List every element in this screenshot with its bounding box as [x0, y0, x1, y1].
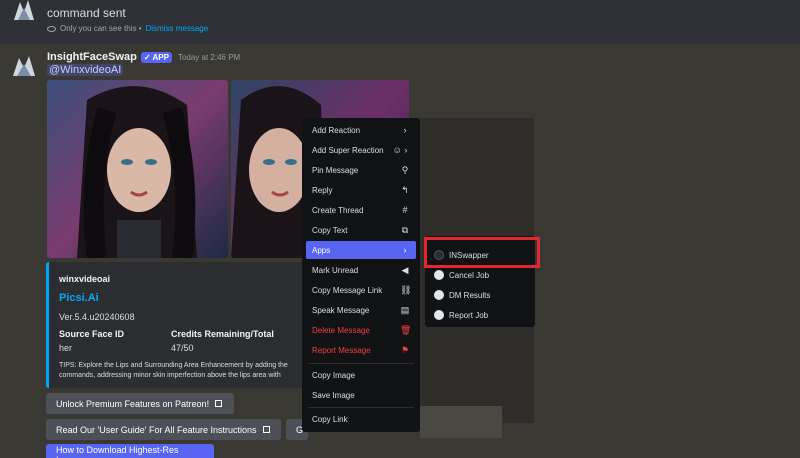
backdrop-panel — [420, 406, 502, 438]
menu-separator — [308, 407, 414, 408]
super-reaction-icon: ☺ › — [392, 145, 408, 155]
mark-unread-icon: ◀ — [401, 264, 409, 275]
bot-app-icon — [434, 310, 444, 320]
menu-item-copy-message-link[interactable]: Copy Message Link ⛓ — [306, 281, 416, 299]
username[interactable]: InsightFaceSwap — [47, 51, 137, 63]
trash-icon: 🗑 — [400, 324, 412, 335]
menu-item-reply[interactable]: Reply ↰ — [306, 181, 416, 199]
menu-separator — [308, 363, 414, 364]
menu-item-label: Apps — [312, 245, 331, 255]
reply-icon: ↰ — [401, 184, 409, 195]
menu-item-copy-image[interactable]: Copy Image — [306, 366, 416, 384]
message-header: InsightFaceSwap ✓ APP Today at 2:46 PM — [47, 51, 240, 63]
user-guide-button-label: Read Our 'User Guide' For All Feature In… — [56, 424, 257, 435]
submenu-item-dm-results[interactable]: DM Results — [429, 286, 531, 304]
download-guide-button[interactable]: How to Download Highest-Res Image — [46, 444, 214, 458]
bot-app-icon — [434, 290, 444, 300]
tips-line-2: commands, addressing minor skin imperfec… — [59, 372, 281, 379]
embed-version: Ver.5.4.u20240608 — [59, 312, 135, 322]
embed-tips: TIPS: Explore the Lips and Surrounding A… — [59, 361, 309, 381]
patreon-button[interactable]: Unlock Premium Features on Patreon! — [46, 393, 234, 414]
speak-icon: ▤ — [400, 304, 410, 315]
menu-item-copy-link[interactable]: Copy Link — [306, 410, 416, 428]
menu-item-label: Copy Link — [312, 414, 348, 424]
menu-item-report-message[interactable]: Report Message ⚑ — [306, 341, 416, 359]
menu-item-label: Report Message — [312, 345, 371, 355]
menu-item-save-image[interactable]: Save Image — [306, 386, 416, 404]
menu-item-label: Copy Text — [312, 225, 348, 235]
submenu-item-label: Cancel Job — [449, 270, 490, 280]
field-value-source-face: her — [59, 343, 73, 353]
menu-item-speak-message[interactable]: Speak Message ▤ — [306, 301, 416, 319]
thread-icon: # — [402, 205, 408, 215]
chevron-right-icon: › — [403, 125, 407, 135]
menu-item-label: Add Reaction — [312, 125, 361, 135]
ephemeral-text: Only you can see this • — [60, 24, 142, 33]
bot-avatar-icon[interactable] — [10, 52, 38, 80]
pin-icon: ⚲ — [401, 164, 409, 175]
user-guide-button[interactable]: Read Our 'User Guide' For All Feature In… — [46, 419, 281, 440]
eye-icon — [47, 25, 56, 32]
menu-item-label: Mark Unread — [312, 265, 359, 275]
chevron-right-icon: › — [403, 245, 407, 255]
previous-message: command sent Only you can see this • Dis… — [0, 0, 800, 44]
download-guide-button-label: How to Download Highest-Res Image — [56, 444, 179, 458]
menu-item-add-reaction[interactable]: Add Reaction › — [306, 121, 416, 139]
menu-item-create-thread[interactable]: Create Thread # — [306, 201, 416, 219]
flag-icon: ⚑ — [400, 344, 410, 355]
field-value-credits: 47/50 — [171, 343, 194, 353]
menu-item-copy-text[interactable]: Copy Text ⧉ — [306, 221, 416, 239]
bot-app-icon — [434, 270, 444, 280]
external-link-icon — [262, 426, 270, 433]
link-icon: ⛓ — [400, 284, 412, 295]
highlight-box — [424, 237, 540, 268]
menu-item-label: Delete Message — [312, 325, 370, 335]
message-context-menu: Add Reaction › Add Super Reaction ☺ › Pin … — [302, 118, 420, 432]
menu-item-label: Pin Message — [312, 165, 359, 175]
menu-item-label: Copy Image — [312, 370, 356, 380]
menu-item-label: Save Image — [312, 390, 355, 400]
copy-icon: ⧉ — [401, 224, 409, 235]
menu-item-pin-message[interactable]: Pin Message ⚲ — [306, 161, 416, 179]
external-link-icon — [215, 400, 223, 407]
submenu-item-cancel-job[interactable]: Cancel Job — [429, 266, 531, 284]
menu-item-label: Speak Message — [312, 305, 370, 315]
menu-item-label: Reply — [312, 185, 333, 195]
timestamp: Today at 2:46 PM — [177, 52, 241, 62]
patreon-button-label: Unlock Premium Features on Patreon! — [56, 398, 210, 409]
menu-item-add-super-reaction[interactable]: Add Super Reaction ☺ › — [306, 141, 416, 159]
ephemeral-note: Only you can see this • Dismiss message — [47, 24, 208, 33]
menu-item-label: Copy Message Link — [312, 285, 383, 295]
submenu-item-label: DM Results — [449, 290, 491, 300]
menu-item-mark-unread[interactable]: Mark Unread ◀ — [306, 261, 416, 279]
embed-title-link[interactable]: Picsi.Ai — [59, 292, 99, 304]
menu-item-label: Create Thread — [312, 205, 364, 215]
field-name-source-face: Source Face ID — [59, 329, 125, 339]
submenu-item-label: Report Job — [449, 310, 489, 320]
message-content: command sent — [47, 6, 126, 20]
app-badge: ✓ APP — [140, 51, 172, 63]
user-mention[interactable]: @WinxvideoAI — [47, 64, 124, 76]
menu-item-apps[interactable]: Apps › — [306, 241, 416, 259]
embed-author: winxvideoai — [59, 274, 111, 284]
tips-line-1: TIPS: Explore the Lips and Surrounding A… — [59, 362, 288, 369]
dismiss-message-link[interactable]: Dismiss message — [146, 24, 209, 33]
bot-avatar-icon[interactable] — [10, 0, 38, 24]
submenu-item-report-job[interactable]: Report Job — [429, 306, 531, 324]
menu-item-delete-message[interactable]: Delete Message 🗑 — [306, 321, 416, 339]
field-name-credits: Credits Remaining/Total — [171, 329, 274, 339]
menu-item-label: Add Super Reaction — [312, 145, 384, 155]
result-image-1[interactable] — [47, 80, 228, 258]
